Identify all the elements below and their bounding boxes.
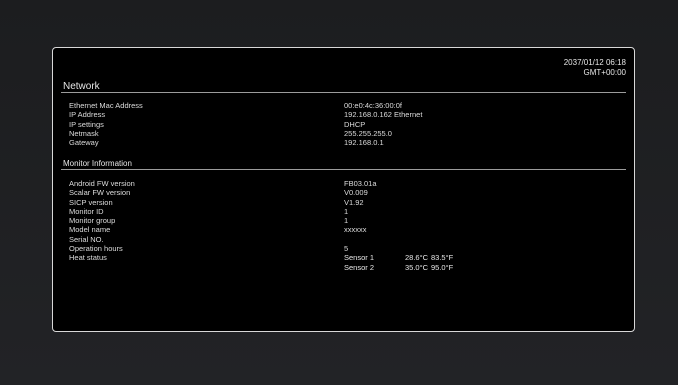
- row-label: Operation hours: [69, 244, 123, 254]
- sensor-name: Sensor 1: [344, 253, 375, 263]
- row-label: Gateway: [69, 138, 99, 148]
- monitor-row-android-fw: Android FW version FB03.01a: [69, 179, 629, 188]
- monitor-row-monitor-id: Monitor ID 1: [69, 207, 629, 216]
- sensor-celsius: 28.6°C: [405, 253, 429, 263]
- row-label: Netmask: [69, 128, 99, 138]
- row-label: Model name: [69, 225, 111, 235]
- row-label: IP settings: [69, 119, 104, 129]
- row-label: Serial NO.: [69, 234, 104, 244]
- row-value: 00:e0:4c:36:00:0f: [344, 101, 402, 110]
- sensor-fahrenheit: 83.5°F: [431, 253, 454, 263]
- network-row-ip-settings: IP settings DHCP: [69, 120, 629, 129]
- monitor-row-operation-hours: Operation hours 5: [69, 244, 629, 253]
- row-value: V0.009: [344, 188, 368, 198]
- sensor-name: Sensor 2: [344, 262, 375, 272]
- row-label: SICP version: [69, 197, 113, 207]
- row-value: 255.255.255.0: [344, 128, 392, 138]
- network-section-title: Network: [63, 81, 100, 92]
- network-info-list: Ethernet Mac Address 00:e0:4c:36:00:0f I…: [69, 101, 629, 147]
- row-value: 192.168.0.162 Ethernet: [344, 110, 423, 120]
- date-time-text: 2037/01/12 06:18: [563, 58, 626, 67]
- row-value: 5: [344, 244, 349, 254]
- row-value: 1: [344, 216, 349, 226]
- row-label: Monitor ID: [69, 206, 104, 216]
- network-row-ip-address: IP Address 192.168.0.162 Ethernet: [69, 110, 629, 119]
- row-label: Scalar FW version: [69, 188, 131, 198]
- network-row-mac-address: Ethernet Mac Address 00:e0:4c:36:00:0f: [69, 101, 629, 110]
- sensor-fahrenheit: 95.0°F: [431, 262, 454, 272]
- row-value: FB03.01a: [344, 179, 377, 188]
- monitor-row-model-name: Model name xxxxxx: [69, 225, 629, 234]
- monitor-row-scalar-fw: Scalar FW version V0.009: [69, 188, 629, 197]
- monitor-info-panel: 2037/01/12 06:18 GMT+00:00 Network Ether…: [52, 47, 635, 332]
- sensor-row: Sensor 1 28.6°C 83.5°F: [344, 253, 544, 262]
- monitor-section-title: Monitor Information: [63, 159, 132, 168]
- row-value: V1.92: [344, 197, 364, 207]
- monitor-divider: [61, 169, 626, 170]
- row-label: IP Address: [69, 110, 106, 120]
- monitor-info-list: Android FW version FB03.01a Scalar FW ve…: [69, 179, 629, 273]
- date-time-display: 2037/01/12 06:18 GMT+00:00: [564, 58, 626, 78]
- monitor-row-monitor-group: Monitor group 1: [69, 216, 629, 225]
- row-label: Heat status: [69, 253, 107, 263]
- sensor-row: Sensor 2 35.0°C 95.0°F: [344, 263, 544, 272]
- monitor-row-sicp-version: SICP version V1.92: [69, 198, 629, 207]
- row-label: Android FW version: [69, 179, 135, 188]
- monitor-row-heat-status: Heat status Sensor 1 28.6°C 83.5°F Senso…: [69, 253, 629, 273]
- heat-sensor-list: Sensor 1 28.6°C 83.5°F Sensor 2 35.0°C 9…: [344, 253, 544, 272]
- monitor-row-serial-no: Serial NO.: [69, 235, 629, 244]
- network-divider: [61, 92, 626, 93]
- timezone-text: GMT+00:00: [583, 68, 626, 77]
- row-value: xxxxxx: [344, 225, 367, 235]
- row-value: 192.168.0.1: [344, 138, 384, 148]
- screen-background: 2037/01/12 06:18 GMT+00:00 Network Ether…: [0, 0, 678, 385]
- row-label: Ethernet Mac Address: [69, 101, 143, 110]
- sensor-celsius: 35.0°C: [405, 262, 429, 272]
- network-row-gateway: Gateway 192.168.0.1: [69, 138, 629, 147]
- row-value: DHCP: [344, 119, 366, 129]
- row-value: 1: [344, 206, 349, 216]
- network-row-netmask: Netmask 255.255.255.0: [69, 129, 629, 138]
- row-label: Monitor group: [69, 216, 116, 226]
